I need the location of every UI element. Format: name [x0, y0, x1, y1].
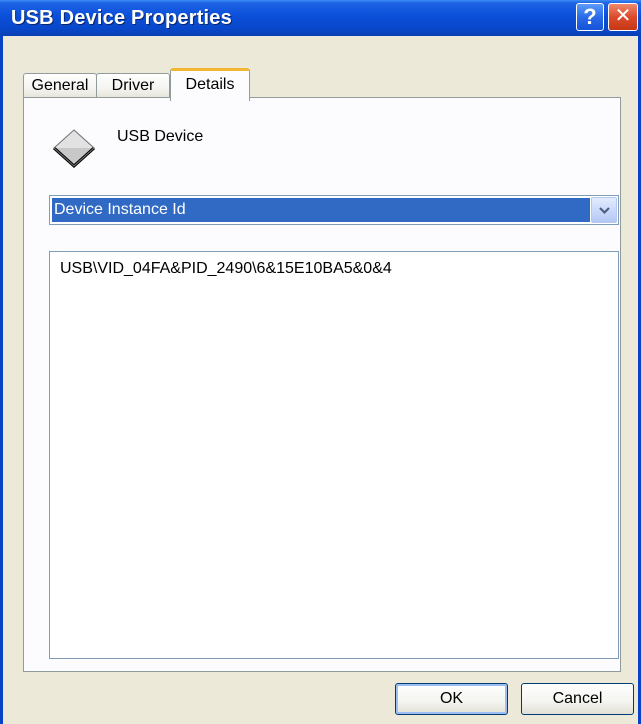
property-dropdown-value[interactable]: Device Instance Id	[52, 198, 590, 222]
help-button[interactable]: ?	[576, 3, 604, 31]
tab-driver[interactable]: Driver	[96, 73, 170, 99]
dropdown-arrow-button[interactable]	[591, 197, 617, 223]
tab-general[interactable]: General	[23, 73, 97, 99]
window-title: USB Device Properties	[11, 7, 232, 29]
device-name: USB Device	[117, 128, 204, 145]
close-button[interactable]: ✕	[608, 3, 638, 31]
list-item[interactable]: USB\VID_04FA&PID_2490\6&15E10BA5&0&4	[60, 260, 392, 278]
cancel-button[interactable]: Cancel	[521, 683, 634, 715]
tab-details[interactable]: Details	[170, 68, 250, 101]
property-dropdown[interactable]: Device Instance Id	[49, 195, 619, 225]
property-value-list[interactable]: USB\VID_04FA&PID_2490\6&15E10BA5&0&4	[49, 251, 619, 659]
usb-device-icon	[50, 126, 98, 174]
chevron-down-icon	[599, 207, 610, 215]
ok-button[interactable]: OK	[395, 683, 508, 715]
dialog-window: USB Device Properties ? ✕ General Driver…	[0, 0, 641, 724]
details-panel: USB Device Device Instance Id USB\VID_04…	[23, 97, 621, 672]
title-bar[interactable]: USB Device Properties ? ✕	[0, 0, 641, 36]
